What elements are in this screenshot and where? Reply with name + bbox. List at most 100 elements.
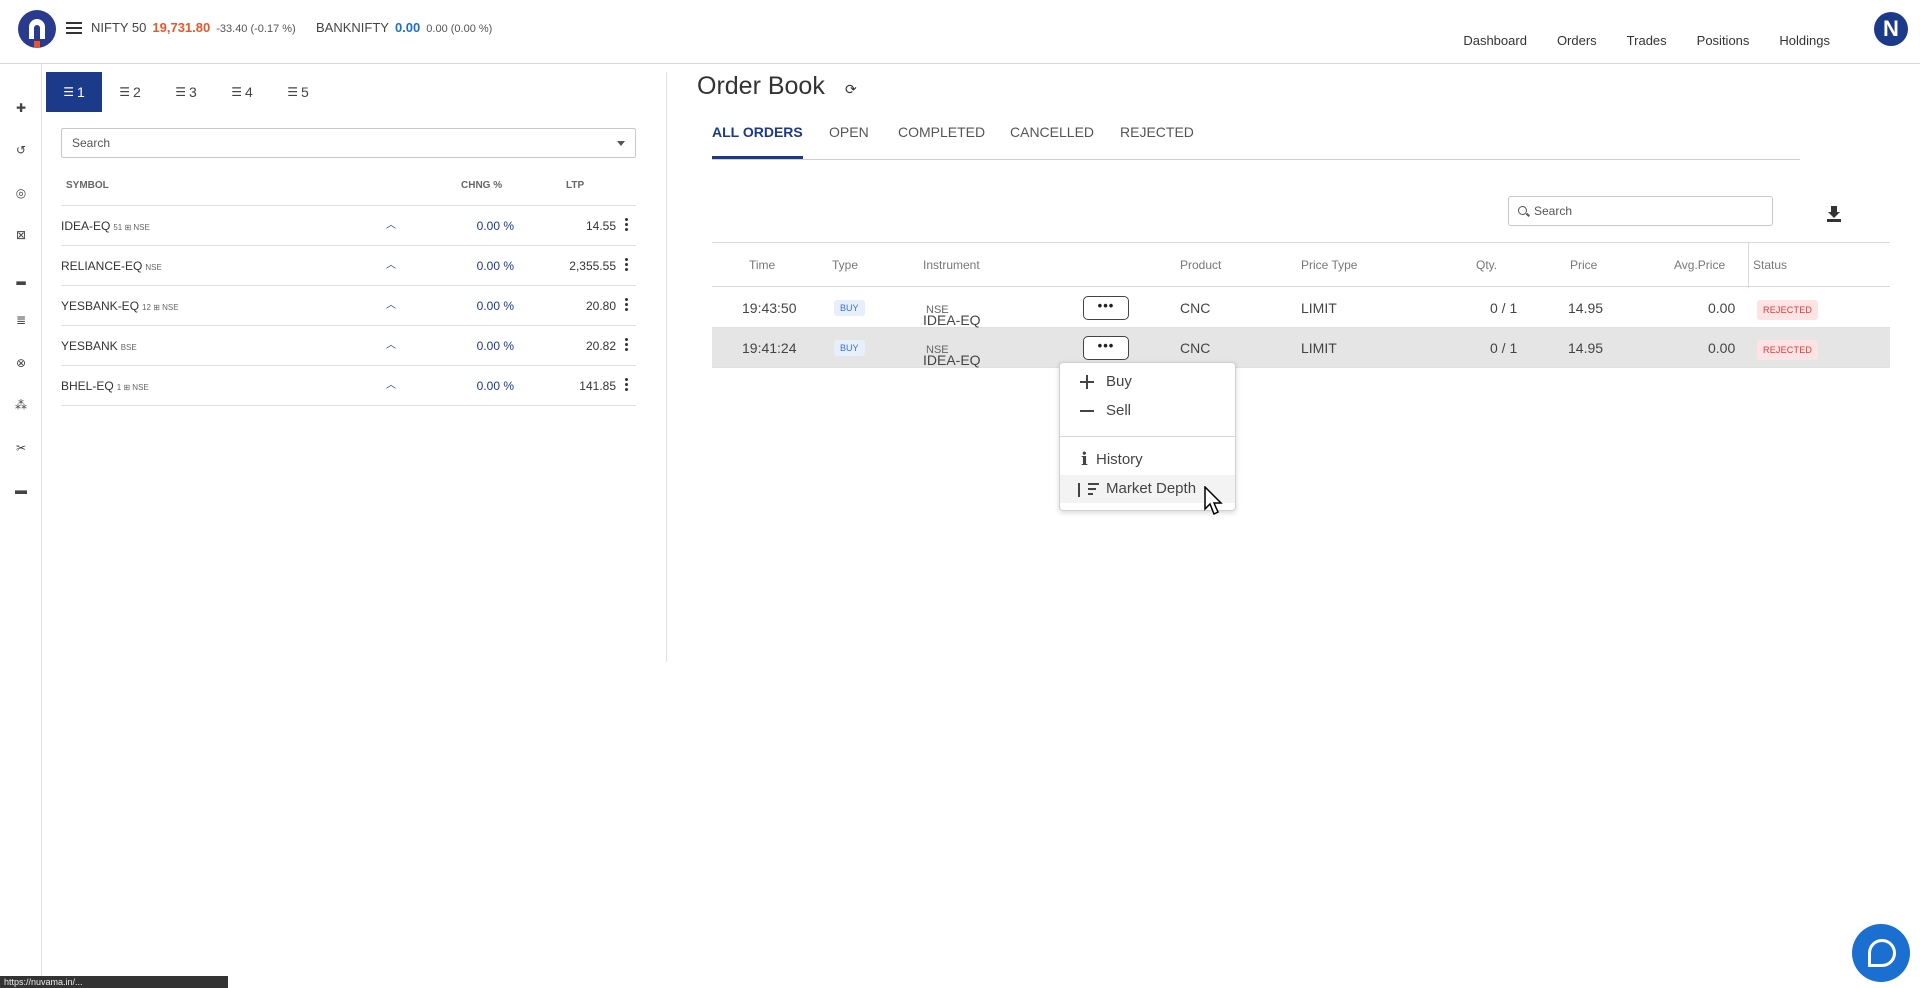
watchlist-tab-5[interactable]: ☰ 5	[270, 72, 326, 112]
nav-positions[interactable]: Positions	[1697, 33, 1750, 48]
panel-divider	[666, 72, 667, 662]
col-type: Type	[832, 258, 859, 272]
watchlist-row[interactable]: YESBANK-EQ 12 ⊞ NSE ︿ 0.00 % 20.80	[61, 286, 636, 326]
watchlist-row[interactable]: YESBANK BSE ︿ 0.00 % 20.82	[61, 326, 636, 366]
info-icon: i	[1081, 449, 1088, 470]
cell-instrument: IDEA-EQ NSE	[923, 340, 981, 368]
tab-all-orders[interactable]: ALL ORDERS	[712, 124, 803, 159]
orderbook-search-input[interactable]: Search	[1508, 196, 1773, 226]
col-chng: CHNG %	[461, 180, 503, 191]
col-price: Price	[1570, 258, 1598, 272]
lifebuoy-icon[interactable]: ⊗	[13, 355, 29, 371]
signal-bars-icon[interactable]: ▂	[13, 270, 29, 286]
col-product: Product	[1180, 258, 1222, 272]
nav-dashboard[interactable]: Dashboard	[1463, 33, 1527, 48]
tab-cancelled[interactable]: CANCELLED	[1010, 124, 1094, 159]
tab-completed[interactable]: COMPLETED	[898, 124, 985, 159]
row-symbol: BHEL-EQ 1 ⊞ NSE	[61, 379, 149, 393]
symbol-meta: NSE	[145, 263, 162, 272]
list-check-icon: ☰	[175, 85, 186, 99]
cell-avg-price: 0.00	[1708, 340, 1736, 356]
row-symbol: YESBANK BSE	[61, 339, 137, 353]
more-options-button[interactable]: •••	[1083, 296, 1129, 320]
tab-rejected[interactable]: REJECTED	[1120, 124, 1194, 159]
kebab-menu-icon[interactable]	[625, 338, 628, 352]
list-check-icon: ☰	[287, 85, 298, 99]
col-time: Time	[749, 258, 776, 272]
symbol-name: BHEL-EQ	[61, 379, 114, 393]
table-row[interactable]: 19:43:50 BUY IDEA-EQ NSE ••• CNC LIMIT 0 …	[712, 288, 1890, 328]
table-row[interactable]: 19:41:24 BUY IDEA-EQ NSE ••• CNC LIMIT 0 …	[712, 328, 1890, 368]
orderbook-tabs: ALL ORDERS OPEN COMPLETED CANCELLED REJE…	[712, 124, 1800, 160]
tools-icon[interactable]: ✂	[13, 440, 29, 456]
watchlist-search-input[interactable]: Search	[61, 128, 636, 158]
nav-trades[interactable]: Trades	[1627, 33, 1667, 48]
symbol-meta: 51 ⊞ NSE	[113, 223, 150, 232]
col-qty: Qty.	[1476, 258, 1498, 272]
cell-product: CNC	[1180, 340, 1211, 356]
nav-orders[interactable]: Orders	[1557, 33, 1597, 48]
ticker-name: NIFTY 50	[91, 20, 147, 35]
symbol-meta: 12 ⊞ NSE	[142, 303, 179, 312]
orders-table-header: Time Type Instrument Product Price Type …	[712, 242, 1890, 288]
kebab-menu-icon[interactable]	[625, 258, 628, 272]
kebab-menu-icon[interactable]	[625, 218, 628, 232]
watchlist-row[interactable]: RELIANCE-EQ NSE ︿ 0.00 % 2,355.55	[61, 246, 636, 286]
cell-time: 19:41:24	[742, 340, 797, 356]
left-icon-rail: ✚ ↺ ◎ ⊠ ▂ ≣ ⊗ ⁂ ✂ ▬	[0, 64, 42, 988]
history-icon[interactable]: ↺	[13, 142, 29, 158]
kebab-menu-icon[interactable]	[625, 298, 628, 312]
cell-product: CNC	[1180, 300, 1211, 316]
brand-logo[interactable]	[18, 10, 56, 48]
watchlist-tab-1[interactable]: ☰ 1	[46, 72, 102, 112]
watchlist-tab-2[interactable]: ☰ 2	[102, 72, 158, 112]
download-icon[interactable]	[1827, 206, 1841, 222]
row-symbol: IDEA-EQ 51 ⊞ NSE	[61, 219, 150, 233]
col-status: Status	[1753, 258, 1788, 272]
puzzle-icon[interactable]: ✚	[13, 100, 29, 116]
status-badge: REJECTED	[1757, 340, 1819, 360]
watchlist-header: SYMBOL CHNG % LTP	[61, 176, 636, 206]
chevron-up-icon: ︿	[386, 220, 396, 231]
mouse-cursor-icon	[1204, 486, 1223, 516]
more-options-button[interactable]: •••	[1083, 336, 1129, 360]
chevron-up-icon: ︿	[386, 340, 396, 351]
tab-label: 5	[300, 84, 309, 100]
chevron-up-icon: ︿	[386, 260, 396, 271]
sitemap-icon[interactable]: ⁂	[13, 397, 29, 413]
row-chng: 0.00 %	[476, 259, 514, 273]
row-ltp: 20.80	[585, 299, 616, 313]
chat-support-button[interactable]	[1852, 924, 1910, 982]
menu-item-buy[interactable]: Buy	[1060, 368, 1235, 396]
watchlist-tab-4[interactable]: ☰ 4	[214, 72, 270, 112]
search-icon	[1518, 206, 1527, 215]
menu-item-history[interactable]: i History	[1060, 446, 1235, 474]
nav-holdings[interactable]: Holdings	[1779, 33, 1830, 48]
watchlist-row[interactable]: IDEA-EQ 51 ⊞ NSE ︿ 0.00 % 14.55	[61, 206, 636, 246]
tab-open[interactable]: OPEN	[829, 124, 869, 159]
cell-qty: 0 / 1	[1490, 340, 1518, 356]
refresh-icon[interactable]: ⟳	[845, 82, 859, 96]
symbol-meta: BSE	[120, 343, 137, 352]
user-avatar[interactable]: N	[1874, 12, 1908, 46]
ticker-value: 19,731.80	[152, 20, 211, 35]
ticker-change: 0.00 (0.00 %)	[426, 23, 493, 35]
minus-icon	[1080, 410, 1094, 412]
row-chng: 0.00 %	[476, 339, 514, 353]
watchlist-row[interactable]: BHEL-EQ 1 ⊞ NSE ︿ 0.00 % 141.85	[61, 366, 636, 406]
col-symbol: SYMBOL	[66, 180, 109, 191]
row-chng: 0.00 %	[476, 299, 514, 313]
database-icon[interactable]: ≣	[13, 312, 29, 328]
type-badge: BUY	[834, 340, 865, 356]
kebab-menu-icon[interactable]	[625, 378, 628, 392]
target-icon[interactable]: ◎	[13, 185, 29, 201]
row-ltp: 14.55	[585, 219, 616, 233]
card-icon[interactable]: ▬	[13, 482, 29, 498]
chevron-down-icon[interactable]	[617, 141, 625, 146]
chevron-up-icon: ︿	[386, 380, 396, 391]
row-chng: 0.00 %	[476, 219, 514, 233]
watchlist-tab-3[interactable]: ☰ 3	[158, 72, 214, 112]
chart-box-icon[interactable]: ⊠	[13, 227, 29, 243]
menu-item-sell[interactable]: Sell	[1060, 397, 1235, 425]
hamburger-menu-icon[interactable]	[66, 22, 82, 34]
